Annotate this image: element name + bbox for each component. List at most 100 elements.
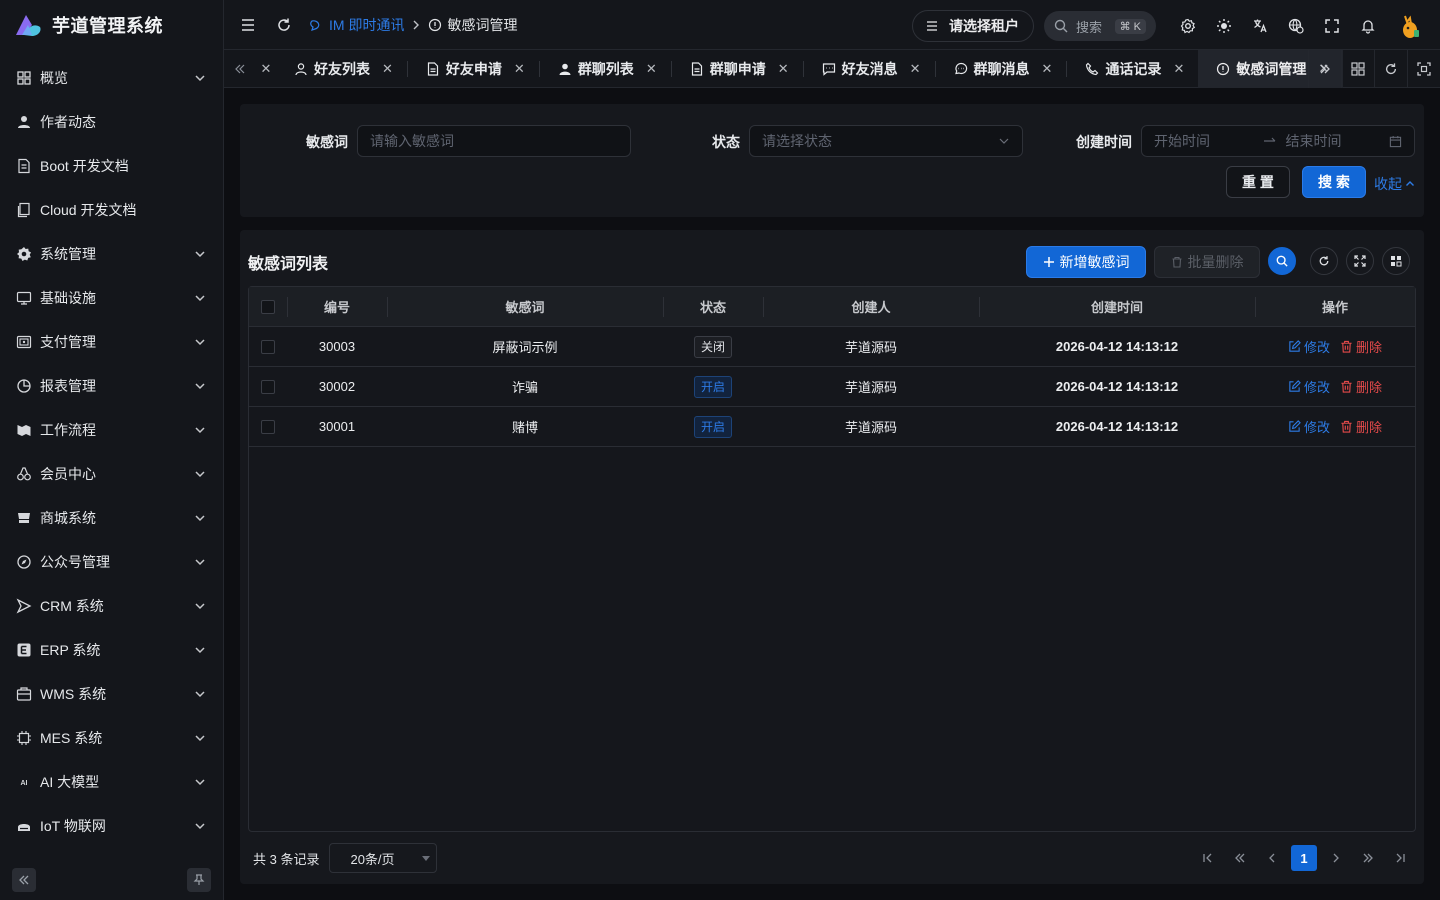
column-header-created[interactable]: 创建时间 xyxy=(979,287,1255,326)
fullscreen-button[interactable] xyxy=(1314,8,1350,44)
tabs-overview-button[interactable] xyxy=(1341,50,1374,88)
first-page-button[interactable] xyxy=(1192,842,1224,874)
column-header-status[interactable]: 状态 xyxy=(663,287,763,326)
global-search-button[interactable]: 搜索 ⌘ K xyxy=(1044,11,1156,41)
create-time-range-picker[interactable]: 开始时间 结束时间 xyxy=(1141,125,1415,157)
tab-4[interactable]: 好友消息 ✕ xyxy=(804,50,935,88)
fullscreen-table-button[interactable] xyxy=(1346,247,1374,275)
crm-icon xyxy=(16,598,32,614)
tab-3[interactable]: 群聊申请 ✕ xyxy=(672,50,803,88)
row-checkbox[interactable] xyxy=(261,379,275,394)
row-checkbox[interactable] xyxy=(261,339,275,354)
sidebar-item-0[interactable]: 概览 xyxy=(0,56,224,100)
search-button[interactable]: 搜 索 xyxy=(1302,166,1366,198)
column-header-creator[interactable]: 创建人 xyxy=(763,287,979,326)
sensitive-word-input[interactable]: 请输入敏感词 xyxy=(357,125,631,157)
tab-close-icon[interactable]: ✕ xyxy=(382,61,393,77)
sidebar-item-12[interactable]: CRM 系统 xyxy=(0,584,224,628)
sidebar-item-16[interactable]: AI AI 大模型 xyxy=(0,760,224,804)
edit-button[interactable]: 修改 xyxy=(1288,417,1330,436)
app-logo[interactable]: 芋道管理系统 xyxy=(0,0,223,50)
menu-toggle-button[interactable] xyxy=(230,7,266,43)
row-checkbox[interactable] xyxy=(261,419,275,434)
collapse-filter-link[interactable]: 收起 xyxy=(1374,174,1415,194)
prev-page-button[interactable] xyxy=(1256,842,1288,874)
jump-next-button[interactable] xyxy=(1352,842,1384,874)
tenant-selector[interactable]: 请选择租户 xyxy=(912,10,1034,42)
delete-button[interactable]: 删除 xyxy=(1340,417,1382,436)
select-all-checkbox[interactable] xyxy=(261,299,275,314)
tab-refresh-button[interactable] xyxy=(1374,50,1407,88)
jump-prev-button[interactable] xyxy=(1224,842,1256,874)
breadcrumb-item-im[interactable]: IM 即时通讯 xyxy=(310,15,404,35)
collapse-sidebar-button[interactable] xyxy=(12,868,36,892)
sidebar-item-6[interactable]: 支付管理 xyxy=(0,320,224,364)
expand-icon xyxy=(1354,255,1366,267)
cell-creator: 芋道源码 xyxy=(844,380,897,395)
edit-button[interactable]: 修改 xyxy=(1288,377,1330,396)
sidebar-item-15[interactable]: MES 系统 xyxy=(0,716,224,760)
tab-close-hidden-button[interactable]: ✕ xyxy=(256,50,276,88)
tab-2[interactable]: 群聊列表 ✕ xyxy=(540,50,671,88)
next-page-button[interactable] xyxy=(1320,842,1352,874)
sidebar-item-4[interactable]: 系统管理 xyxy=(0,232,224,276)
tab-close-icon[interactable]: ✕ xyxy=(646,61,657,77)
column-header-id[interactable]: 编号 xyxy=(287,287,387,326)
notifications-button[interactable] xyxy=(1350,8,1386,44)
reset-button[interactable]: 重 置 xyxy=(1226,166,1290,198)
refresh-page-button[interactable] xyxy=(266,7,302,43)
user-avatar[interactable] xyxy=(1394,10,1426,42)
sidebar-item-5[interactable]: 基础设施 xyxy=(0,276,224,320)
sidebar-item-1[interactable]: 作者动态 xyxy=(0,100,224,144)
toggle-search-button[interactable] xyxy=(1268,247,1296,275)
tab-close-icon[interactable]: ✕ xyxy=(1173,61,1184,77)
tab-6[interactable]: 通话记录 ✕ xyxy=(1067,50,1198,88)
pin-sidebar-button[interactable] xyxy=(187,868,211,892)
tab-maximize-button[interactable] xyxy=(1407,50,1440,88)
tab-5[interactable]: 群聊消息 ✕ xyxy=(936,50,1067,88)
sidebar-item-14[interactable]: WMS 系统 xyxy=(0,672,224,716)
theme-toggle-button[interactable] xyxy=(1206,8,1242,44)
page-size-select[interactable]: 20条/页 xyxy=(329,843,438,873)
sidebar-item-13[interactable]: ERP 系统 xyxy=(0,628,224,672)
tab-0[interactable]: 好友列表 ✕ xyxy=(276,50,407,88)
sidebar-item-10[interactable]: 商城系统 xyxy=(0,496,224,540)
tab-close-icon[interactable]: ✕ xyxy=(778,61,789,77)
breadcrumb: IM 即时通讯 敏感词管理 xyxy=(310,15,517,35)
sidebar-item-3[interactable]: Cloud 开发文档 xyxy=(0,188,224,232)
delete-button[interactable]: 删除 xyxy=(1340,377,1382,396)
sidebar-item-11[interactable]: 公众号管理 xyxy=(0,540,224,584)
trash-icon xyxy=(1341,340,1352,353)
globe-icon xyxy=(1288,18,1304,34)
sidebar-item-2[interactable]: Boot 开发文档 xyxy=(0,144,224,188)
chevron-down-icon xyxy=(195,735,205,742)
tab-close-icon[interactable]: ✕ xyxy=(1042,61,1053,77)
column-settings-button[interactable] xyxy=(1382,247,1410,275)
table-row[interactable]: 30003 屏蔽词示例 关闭 芋道源码 2026-04-12 14:13:12 修改 删除 xyxy=(249,327,1415,367)
table-row[interactable]: 30002 诈骗 开启 芋道源码 2026-04-12 14:13:12 修改 删除 xyxy=(249,367,1415,407)
batch-delete-button[interactable]: 批量删除 xyxy=(1154,246,1260,278)
sidebar-item-17[interactable]: IoT 物联网 xyxy=(0,804,224,848)
tab-1[interactable]: 好友申请 ✕ xyxy=(408,50,539,88)
tab-close-icon[interactable]: ✕ xyxy=(910,61,921,77)
table-row[interactable]: 30001 赌博 开启 芋道源码 2026-04-12 14:13:12 修改 删除 xyxy=(249,407,1415,447)
timezone-button[interactable] xyxy=(1278,8,1314,44)
sidebar-item-7[interactable]: 报表管理 xyxy=(0,364,224,408)
sidebar-item-8[interactable]: 工作流程 xyxy=(0,408,224,452)
chevron-left-icon xyxy=(1269,853,1275,863)
columns-icon xyxy=(1391,256,1402,267)
delete-button[interactable]: 删除 xyxy=(1340,337,1382,356)
settings-button[interactable] xyxy=(1170,8,1206,44)
edit-button[interactable]: 修改 xyxy=(1288,337,1330,356)
add-sensitive-word-button[interactable]: 新增敏感词 xyxy=(1026,246,1146,278)
tabs-scroll-left-button[interactable] xyxy=(224,50,256,88)
last-page-button[interactable] xyxy=(1384,842,1416,874)
tabs-scroll-right-button[interactable] xyxy=(1308,50,1341,88)
refresh-table-button[interactable] xyxy=(1310,247,1338,275)
status-select[interactable]: 请选择状态 xyxy=(749,125,1023,157)
language-button[interactable] xyxy=(1242,8,1278,44)
sidebar-item-9[interactable]: 会员中心 xyxy=(0,452,224,496)
column-header-word[interactable]: 敏感词 xyxy=(387,287,663,326)
page-number-current[interactable]: 1 xyxy=(1291,845,1317,871)
tab-close-icon[interactable]: ✕ xyxy=(514,61,525,77)
